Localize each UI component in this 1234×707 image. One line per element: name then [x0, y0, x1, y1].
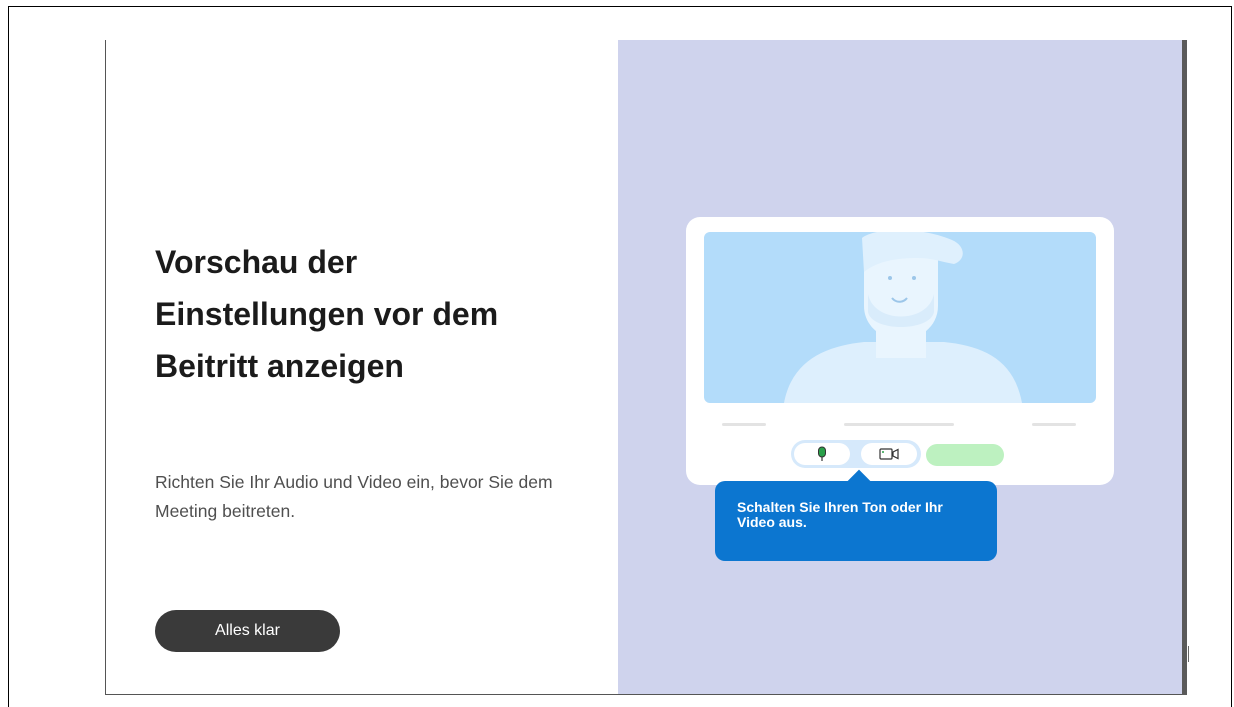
dialog-text-pane: Vorschau der Einstellungen vor dem Beitr… — [106, 40, 618, 694]
monitor-illustration — [686, 217, 1114, 485]
tooltip-text: Schalten Sie Ihren Ton oder Ihr Video au… — [737, 499, 943, 530]
video-camera-icon — [879, 448, 899, 460]
dialog-title: Vorschau der Einstellungen vor dem Beitr… — [155, 244, 499, 384]
microphone-icon — [818, 446, 826, 461]
mute-tooltip: Schalten Sie Ihren Ton oder Ihr Video au… — [715, 469, 997, 561]
placeholder-line — [844, 423, 954, 426]
join-button-illustration — [926, 444, 1004, 466]
video-preview-illustration — [704, 232, 1096, 403]
edge-mark — [1188, 646, 1193, 662]
media-controls-illustration — [791, 440, 921, 468]
mic-toggle-illustration — [794, 443, 850, 465]
preview-dialog: Vorschau der Einstellungen vor dem Beitr… — [105, 40, 1187, 695]
got-it-button[interactable]: Alles klar — [155, 610, 340, 652]
dialog-shadow-edge — [1182, 40, 1187, 695]
dialog-subtitle: Richten Sie Ihr Audio und Video ein, bev… — [155, 472, 553, 521]
video-toggle-illustration — [861, 443, 917, 465]
placeholder-line — [722, 423, 766, 426]
placeholder-line — [1032, 423, 1076, 426]
person-illustration — [784, 232, 1022, 403]
illustration-pane: Schalten Sie Ihren Ton oder Ihr Video au… — [618, 40, 1183, 694]
